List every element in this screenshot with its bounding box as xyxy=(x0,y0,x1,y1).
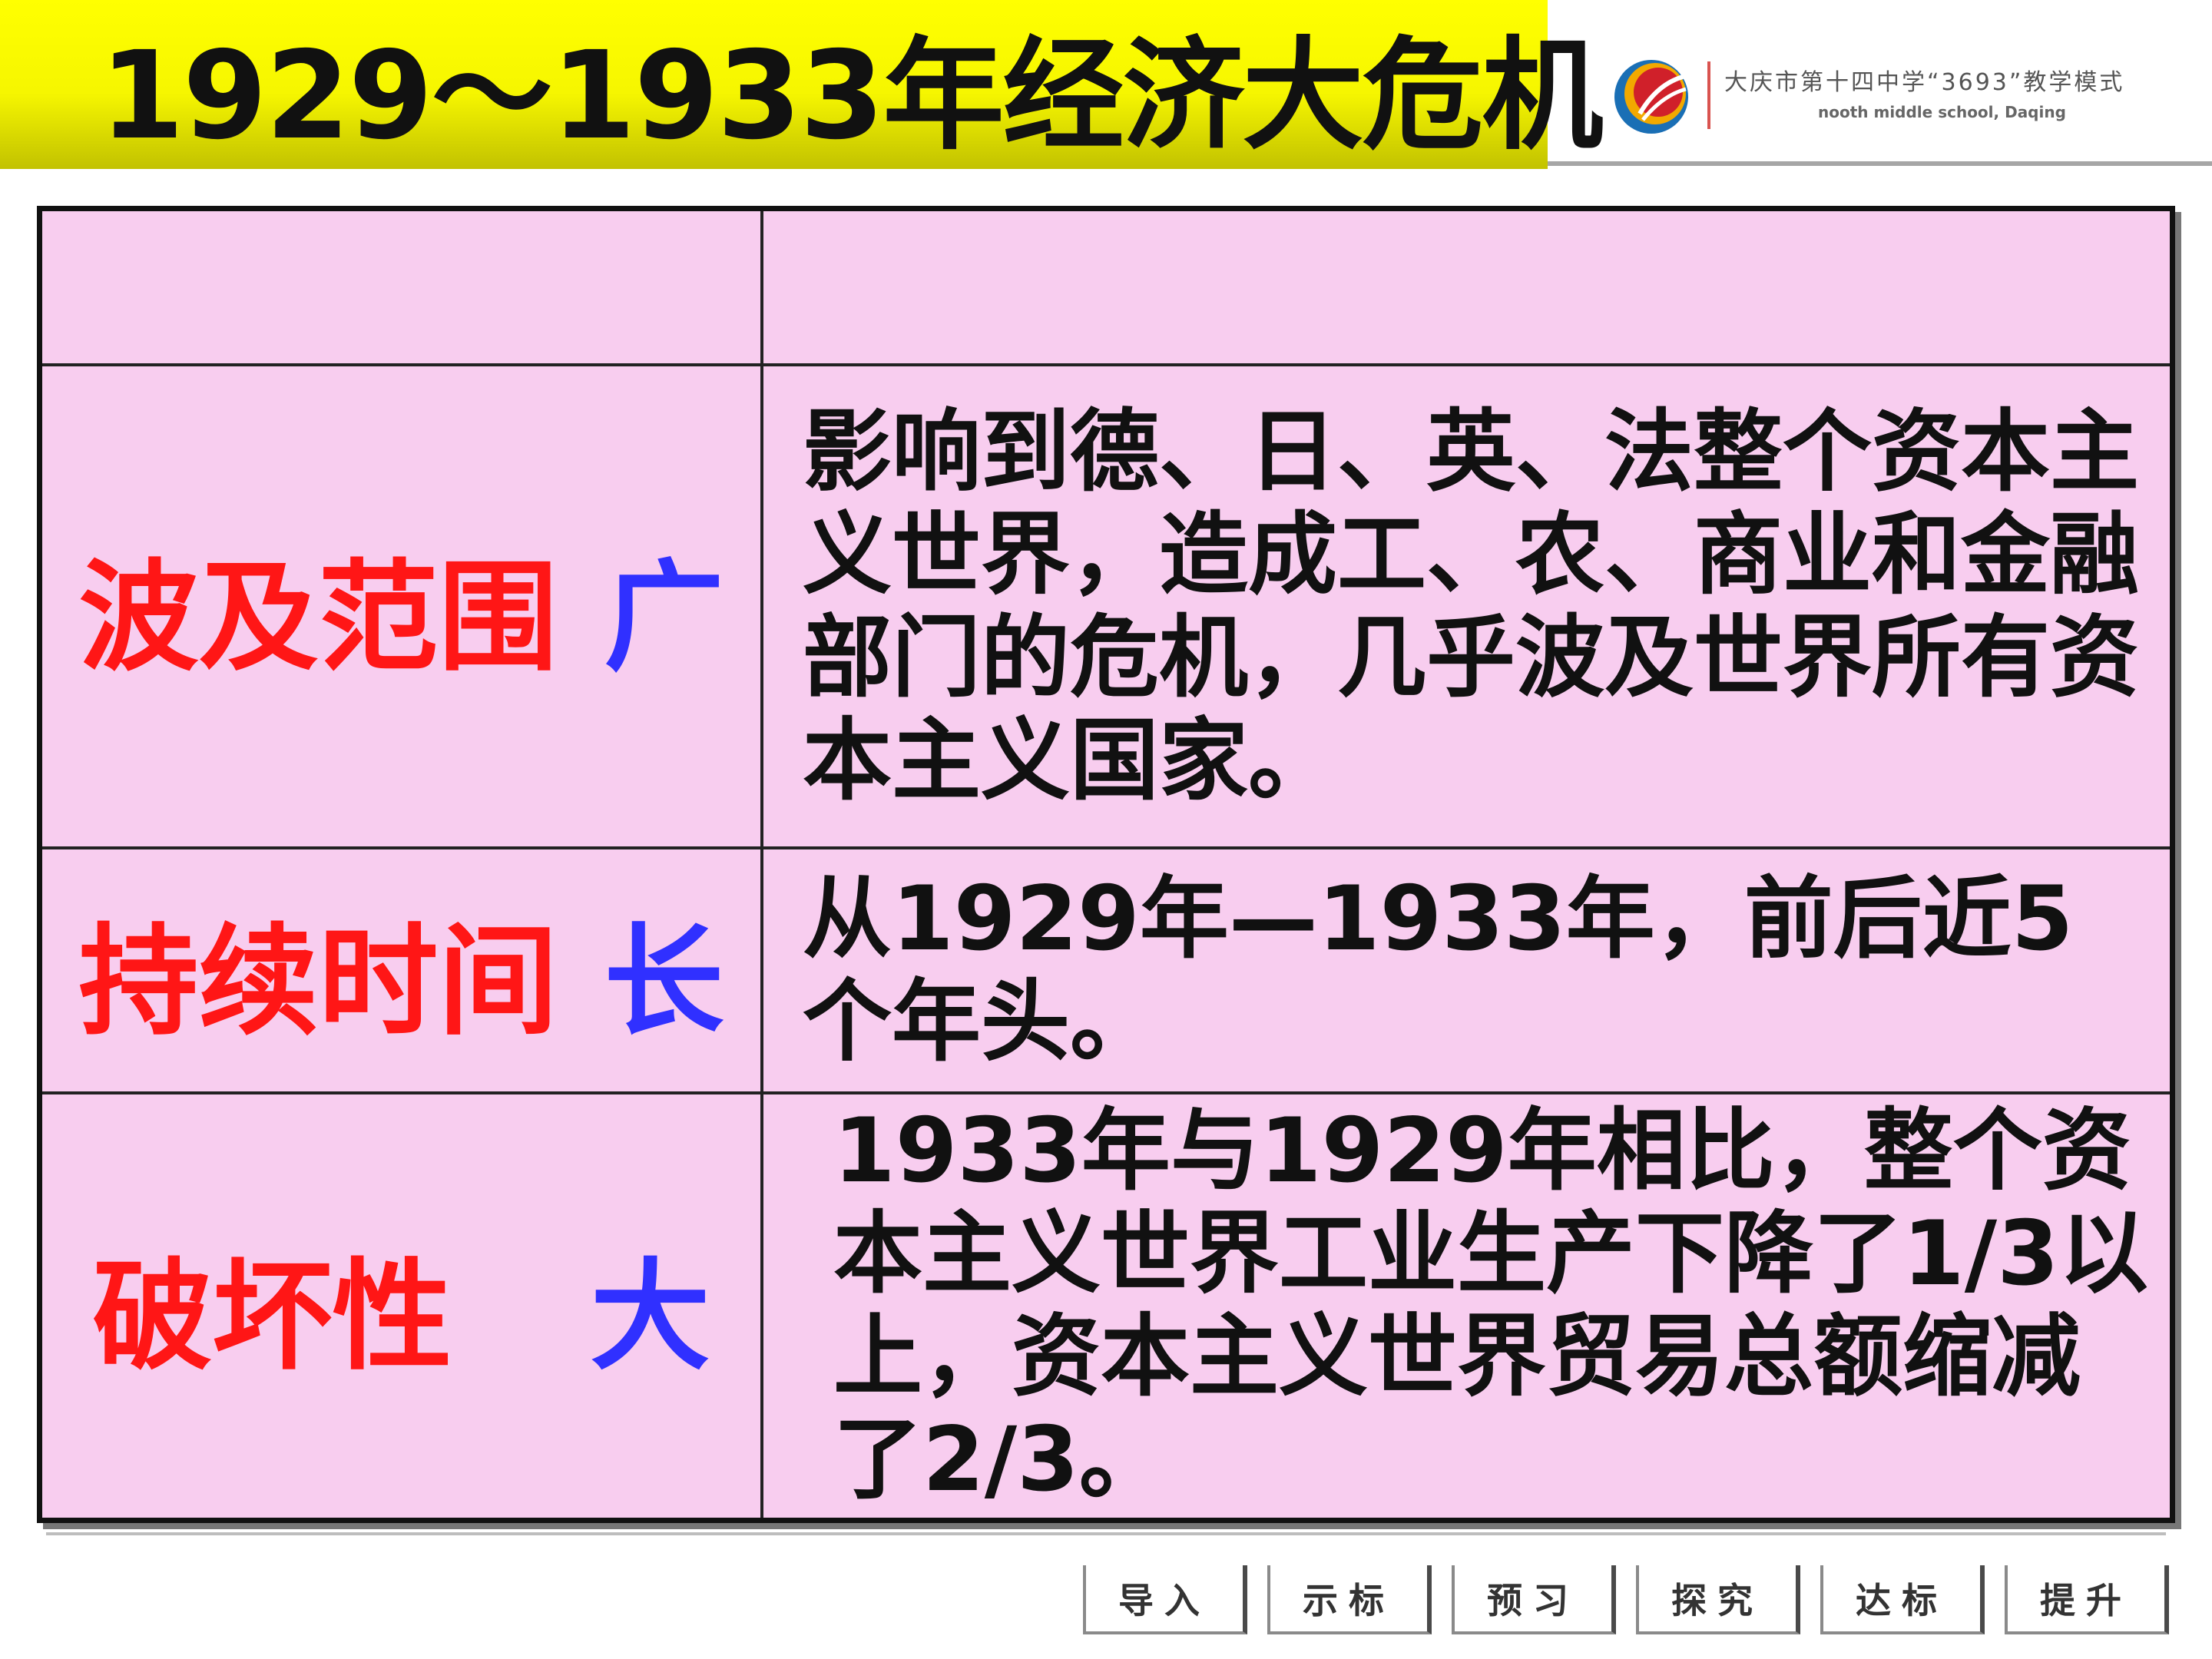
table-row: 持续时间 长 xyxy=(42,849,760,1091)
school-name: 大庆市第十四中学“3693”教学模式 xyxy=(1724,69,2125,96)
row-emphasis-duration: 长 xyxy=(604,911,724,1051)
lesson-nav: 导入 示标 预习 探究 达标 提升 xyxy=(1083,1565,2204,1636)
column-divider xyxy=(760,211,763,1518)
nav-button-assess[interactable]: 达标 xyxy=(1820,1565,1985,1634)
table-row: 破坏性 大 xyxy=(42,1094,760,1517)
row-emphasis-destructiveness: 大 xyxy=(590,1247,710,1386)
row-label-duration: 持续时间 xyxy=(78,911,558,1051)
row-content-destructiveness: 1933年与1929年相比，整个资本主义世界工业生产下降了1/3以上，资本主义世… xyxy=(833,1099,2148,1512)
row-label-destructiveness: 破坏性 xyxy=(92,1247,452,1386)
header-divider xyxy=(1548,161,2212,166)
nav-button-preview[interactable]: 预习 xyxy=(1452,1565,1616,1634)
table-row: 波及范围 广 xyxy=(42,366,760,846)
nav-button-advance[interactable]: 提升 xyxy=(2005,1565,2169,1634)
nav-button-intro[interactable]: 导入 xyxy=(1083,1565,1247,1634)
logo-separator xyxy=(1707,61,1710,129)
school-emblem-icon xyxy=(1614,60,1688,134)
slide-title: 1929～1933年经济大危机 xyxy=(100,25,1603,167)
school-logo: 大庆市第十四中学“3693”教学模式 nooth middle school, … xyxy=(1609,46,2200,138)
row-label-scope: 波及范围 xyxy=(78,547,558,687)
row-emphasis-scope: 广 xyxy=(604,547,724,687)
nav-button-explore[interactable]: 探究 xyxy=(1636,1565,1800,1634)
title-bar: 1929～1933年经济大危机 xyxy=(0,0,1603,169)
row-content-scope: 影响到德、日、英、法整个资本主义世界，造成工、农、商业和金融部门的危机，几乎波及… xyxy=(803,399,2139,813)
row-content-duration: 从1929年—1933年，前后近5个年头。 xyxy=(803,866,2074,1074)
nav-button-goals[interactable]: 示标 xyxy=(1267,1565,1432,1634)
school-english-name: nooth middle school, Daqing xyxy=(1818,103,2066,121)
table-header-left xyxy=(42,211,760,363)
crisis-features-table: 波及范围 广 影响到德、日、英、法整个资本主义世界，造成工、农、商业和金融部门的… xyxy=(37,206,2175,1523)
footer-divider xyxy=(46,1532,2166,1535)
table-header-right xyxy=(803,211,2147,363)
